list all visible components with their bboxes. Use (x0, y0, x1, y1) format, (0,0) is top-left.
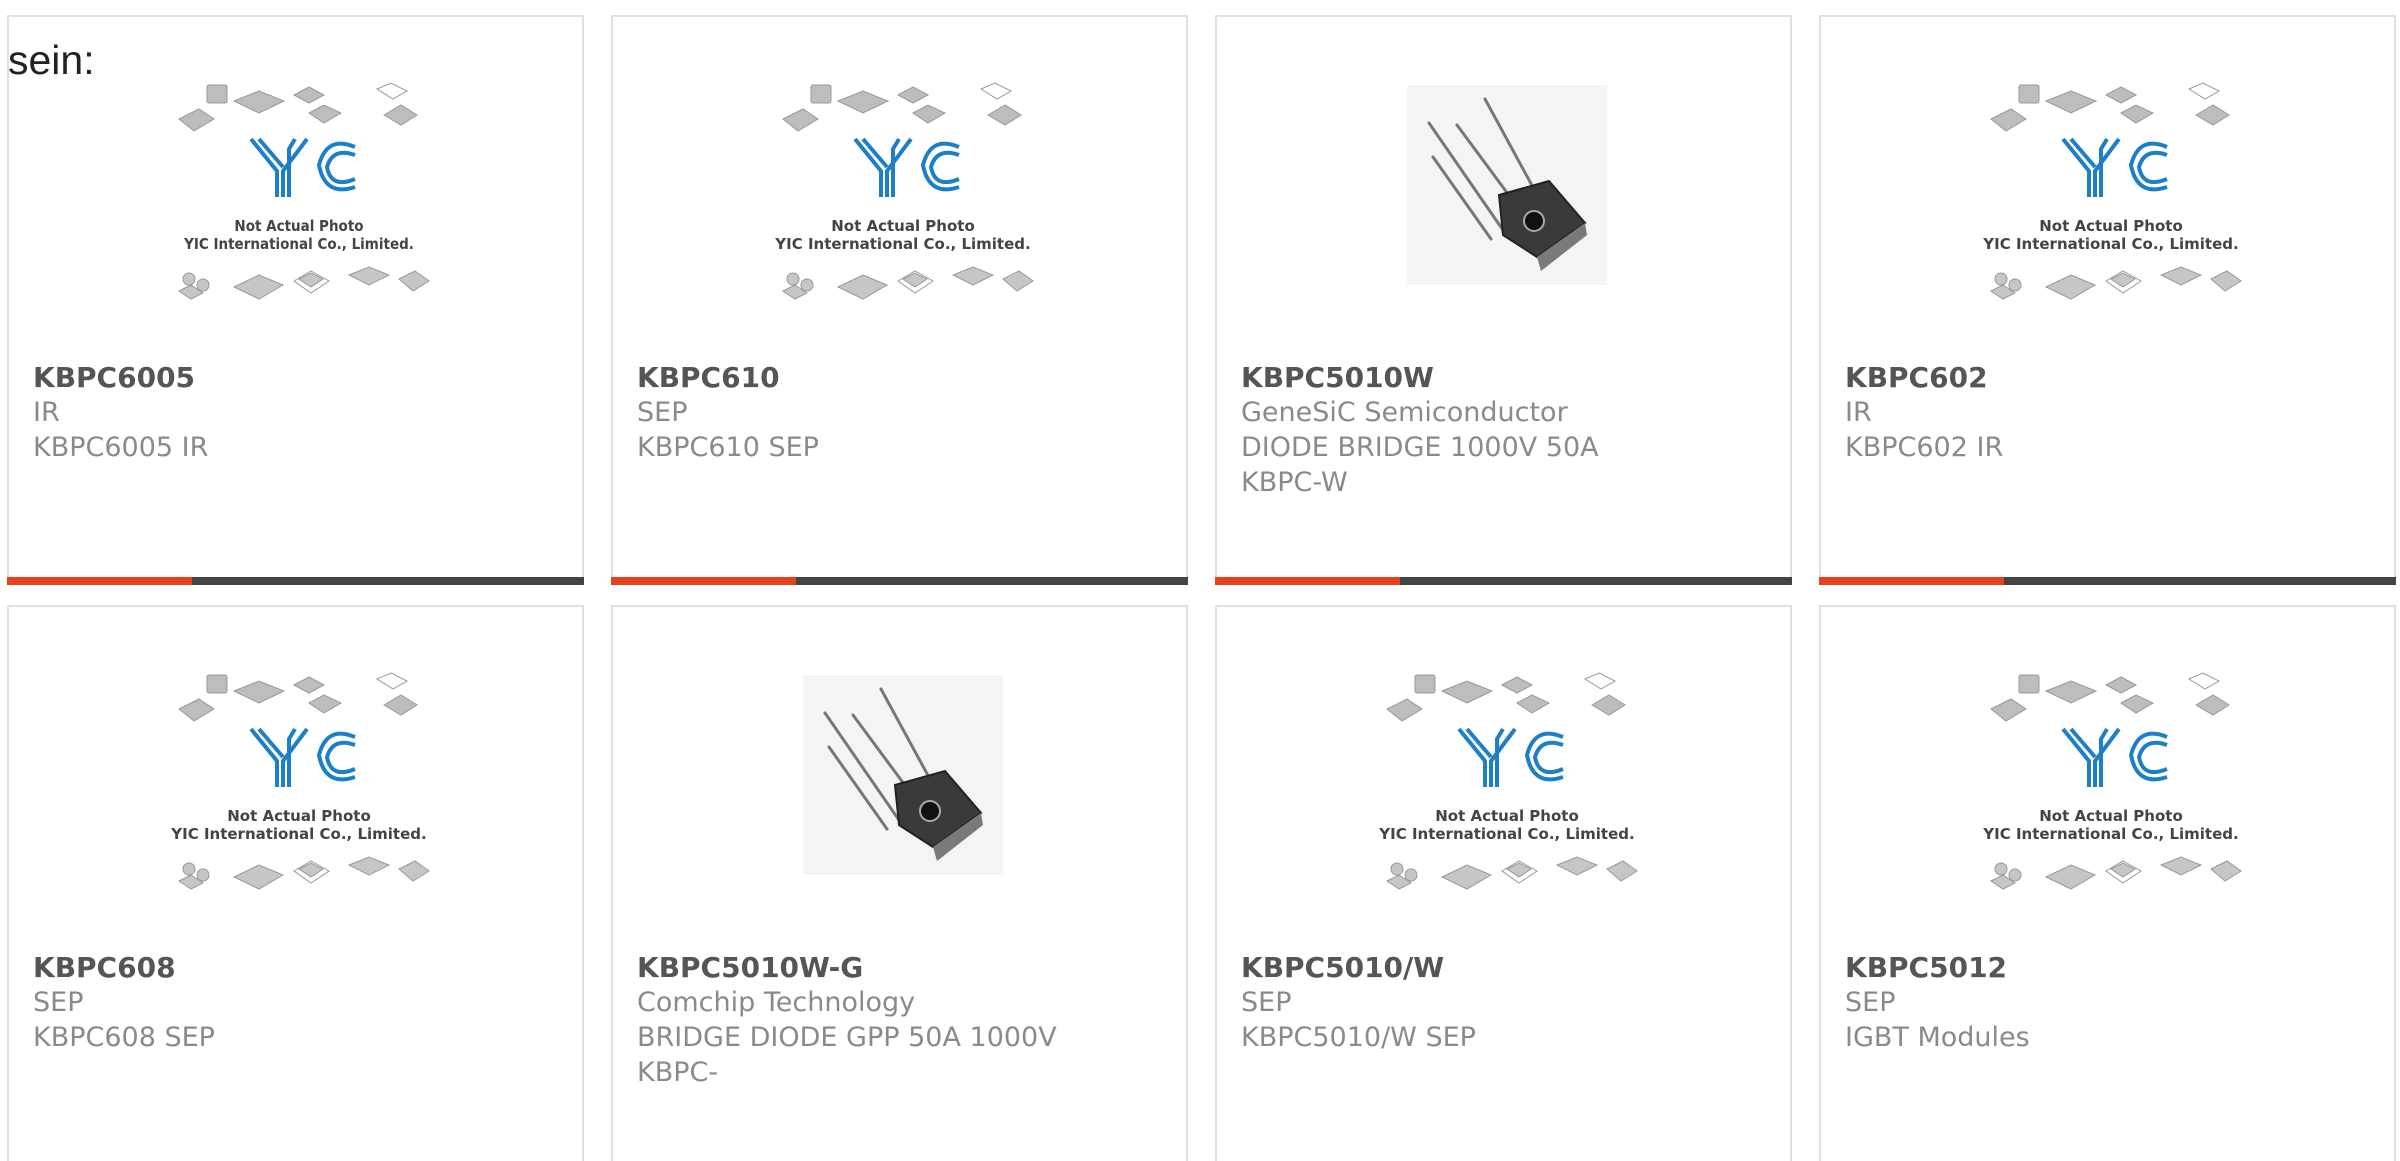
placeholder-line2: YIC International Co., Limited. (1982, 235, 2238, 253)
bridge-rectifier-photo (1407, 85, 1607, 285)
product-card[interactable]: Not Actual Photo YIC International Co., … (7, 605, 584, 1161)
not-actual-photo-placeholder: Not Actual Photo YIC International Co., … (170, 672, 430, 890)
placeholder-line1: Not Actual Photo (234, 217, 363, 235)
manufacturer: IR (1845, 397, 1872, 428)
description: KBPC608 SEP (33, 1022, 215, 1053)
placeholder-line1: Not Actual Photo (831, 217, 975, 235)
part-number-link[interactable]: KBPC6005 (33, 360, 503, 395)
placeholder-line1: Not Actual Photo (1435, 807, 1579, 825)
description: KBPC5010/W SEP (1241, 1022, 1476, 1053)
not-actual-photo-placeholder: Not Actual Photo YIC International Co., … (1982, 672, 2242, 890)
manufacturer: SEP (33, 987, 84, 1018)
placeholder-line1: Not Actual Photo (227, 807, 371, 825)
chip-icons-top (782, 82, 1022, 132)
product-grid: sein: Not Actual Photo YIC International… (0, 0, 2400, 1161)
product-card[interactable]: Not Actual Photo YIC International Co., … (611, 15, 1188, 585)
part-number-link[interactable]: KBPC5010/W (1241, 950, 1711, 985)
chip-icons-top (178, 82, 418, 132)
card-accent-bar (1215, 577, 1400, 585)
chip-icons-bottom (178, 266, 430, 300)
chip-icons-top (1990, 672, 2230, 722)
part-number-link[interactable]: KBPC5010W (1241, 360, 1711, 395)
card-accent-bar (611, 577, 796, 585)
manufacturer: SEP (1845, 987, 1896, 1018)
chip-icons-bottom (1990, 856, 2242, 890)
chip-icons-bottom (1990, 266, 2242, 300)
part-number-link[interactable]: KBPC610 (637, 360, 1107, 395)
not-actual-photo-placeholder: Not Actual Photo YIC International Co., … (774, 82, 1034, 300)
placeholder-line2: YIC International Co., Limited. (1982, 825, 2238, 843)
yic-logo-icon (2061, 727, 2168, 787)
product-info: KBPC608 SEP KBPC608 SEP (33, 950, 503, 1055)
bridge-rectifier-photo (803, 675, 1003, 875)
product-card[interactable]: Not Actual Photo YIC International Co., … (1819, 605, 2396, 1161)
product-info: KBPC5010W-G Comchip Technology BRIDGE DI… (637, 950, 1107, 1090)
product-card[interactable]: KBPC5010W-G Comchip Technology BRIDGE DI… (611, 605, 1188, 1161)
placeholder-line2: YIC International Co., Limited. (1378, 825, 1634, 843)
chip-icons-top (178, 672, 418, 722)
placeholder-line2: YIC International Co., Limited. (774, 235, 1030, 253)
card-accent-bar (7, 577, 192, 585)
yic-logo-icon (1457, 727, 1564, 787)
not-actual-photo-placeholder: Not Actual Photo YIC International Co., … (178, 82, 430, 300)
card-bottom-bar (1215, 577, 1792, 585)
chip-icons-top (1990, 82, 2230, 132)
placeholder-line1: Not Actual Photo (2039, 807, 2183, 825)
product-info: KBPC610 SEP KBPC610 SEP (637, 360, 1107, 465)
description: KBPC602 IR (1845, 432, 2004, 463)
intro-text: sein: (8, 37, 95, 83)
chip-icons-bottom (782, 266, 1034, 300)
manufacturer: SEP (1241, 987, 1292, 1018)
yic-logo-icon (249, 137, 356, 197)
description: KBPC610 SEP (637, 432, 819, 463)
placeholder-line1: Not Actual Photo (2039, 217, 2183, 235)
card-bottom-bar (7, 577, 584, 585)
description: IGBT Modules (1845, 1022, 2030, 1053)
yic-logo-icon (853, 137, 960, 197)
card-bottom-bar (1819, 577, 2396, 585)
part-number-link[interactable]: KBPC602 (1845, 360, 2315, 395)
placeholder-line2: YIC International Co., Limited. (183, 235, 414, 253)
description: BRIDGE DIODE GPP 50A 1000V KBPC- (637, 1022, 1057, 1088)
product-info: KBPC5010/W SEP KBPC5010/W SEP (1241, 950, 1711, 1055)
product-info: KBPC6005 IR KBPC6005 IR (33, 360, 503, 465)
placeholder-line2: YIC International Co., Limited. (170, 825, 426, 843)
rectifier-hole (1523, 210, 1545, 232)
rectifier-hole (919, 800, 941, 822)
manufacturer: GeneSiC Semiconductor (1241, 397, 1568, 428)
product-card[interactable]: Not Actual Photo YIC International Co., … (1215, 605, 1792, 1161)
description: DIODE BRIDGE 1000V 50A KBPC-W (1241, 432, 1599, 498)
part-number-link[interactable]: KBPC608 (33, 950, 503, 985)
product-card[interactable]: Not Actual Photo YIC International Co., … (7, 15, 584, 585)
part-number-link[interactable]: KBPC5012 (1845, 950, 2315, 985)
product-info: KBPC5012 SEP IGBT Modules (1845, 950, 2315, 1055)
chip-icons-bottom (1386, 856, 1638, 890)
card-accent-bar (1819, 577, 2004, 585)
not-actual-photo-placeholder: Not Actual Photo YIC International Co., … (1982, 82, 2242, 300)
product-info: KBPC5010W GeneSiC Semiconductor DIODE BR… (1241, 360, 1711, 500)
product-card[interactable]: KBPC5010W GeneSiC Semiconductor DIODE BR… (1215, 15, 1792, 585)
yic-logo-icon (249, 727, 356, 787)
manufacturer: SEP (637, 397, 688, 428)
description: KBPC6005 IR (33, 432, 209, 463)
card-bottom-bar (611, 577, 1188, 585)
manufacturer: IR (33, 397, 60, 428)
chip-icons-bottom (178, 856, 430, 890)
yic-logo-icon (2061, 137, 2168, 197)
manufacturer: Comchip Technology (637, 987, 916, 1018)
product-info: KBPC602 IR KBPC602 IR (1845, 360, 2315, 465)
chip-icons-top (1386, 672, 1626, 722)
product-card[interactable]: Not Actual Photo YIC International Co., … (1819, 15, 2396, 585)
part-number-link[interactable]: KBPC5010W-G (637, 950, 1107, 985)
not-actual-photo-placeholder: Not Actual Photo YIC International Co., … (1378, 672, 1638, 890)
